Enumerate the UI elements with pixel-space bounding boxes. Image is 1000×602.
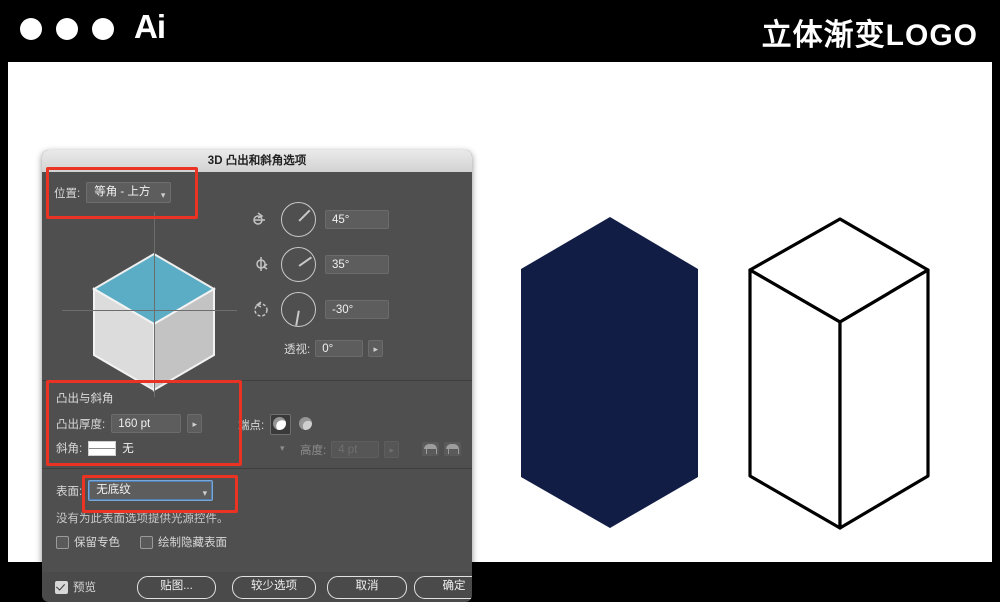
- surface-row: 表面: 无底纹 ▾: [56, 480, 214, 501]
- window-titlebar: Ai 立体渐变LOGO: [0, 0, 1000, 62]
- close-window-button[interactable]: [20, 18, 42, 40]
- 3d-extrude-bevel-dialog[interactable]: 3D 凸出和斜角选项 位置: 等角 - 上方 ▾ 45° 35° -30° 透视…: [42, 150, 472, 602]
- cube-preview-widget[interactable]: [62, 212, 237, 397]
- extrude-depth-field[interactable]: 160 pt: [111, 414, 182, 433]
- hidden-faces-label: 绘制隐藏表面: [158, 537, 227, 549]
- extrude-depth-label: 凸出厚度:: [56, 418, 106, 431]
- hidden-faces-checkbox-row[interactable]: 绘制隐藏表面: [140, 534, 227, 550]
- surface-select-value: 无底纹: [96, 484, 131, 496]
- minimize-window-button[interactable]: [56, 18, 78, 40]
- bevel-dropdown-icon[interactable]: ▾: [280, 443, 285, 454]
- navy-hex-prism[interactable]: [521, 217, 698, 528]
- rotate-x-row: 45°: [250, 202, 389, 237]
- cap-hollow-icon[interactable]: [297, 415, 316, 434]
- preview-axis-vertical: [154, 212, 155, 397]
- bevel-label: 斜角:: [56, 443, 83, 455]
- app-screenshot: Ai 立体渐变LOGO 3D 凸出和斜角选项 位置: 等角 - 上方 ▾ 45°…: [0, 0, 1000, 602]
- surface-note: 没有为此表面选项提供光源控件。: [56, 513, 229, 525]
- rotate-x-field[interactable]: 45°: [325, 210, 389, 229]
- surface-select[interactable]: 无底纹 ▾: [88, 480, 214, 501]
- bevel-row: 斜角: 无: [56, 440, 134, 456]
- rotate-z-dial[interactable]: [281, 292, 316, 327]
- extrude-depth-stepper-icon[interactable]: ▸: [187, 414, 203, 433]
- extrude-depth-row: 凸出厚度: 160 pt ▸: [56, 414, 203, 433]
- chevron-down-icon: ▾: [202, 488, 208, 498]
- rotate-x-dial[interactable]: [281, 202, 316, 237]
- rotate-y-dial[interactable]: [281, 247, 316, 282]
- spot-color-label: 保留专色: [74, 537, 120, 549]
- preview-label: 预览: [73, 582, 96, 594]
- surface-label: 表面:: [56, 485, 83, 498]
- cap-row: 端点:: [238, 414, 316, 435]
- position-label: 位置:: [54, 187, 81, 200]
- bevel-extent-group: [422, 442, 461, 456]
- chevron-right-icon[interactable]: ▸: [368, 340, 384, 357]
- bevel-height-field: 4 pt: [331, 441, 380, 458]
- rotate-y-icon: [256, 256, 268, 271]
- bevel-height-label: 高度:: [300, 444, 327, 457]
- spot-color-checkbox-row[interactable]: 保留专色: [56, 534, 120, 550]
- bevel-none-swatch-icon: [88, 440, 117, 456]
- preview-checkbox[interactable]: [55, 580, 68, 594]
- bevel-value: 无: [122, 443, 134, 455]
- dialog-footer: 预览 贴图... 较少选项 取消 确定: [42, 572, 472, 602]
- perspective-label: 透视:: [284, 343, 311, 356]
- spot-color-checkbox[interactable]: [56, 535, 69, 549]
- cancel-button[interactable]: 取消: [327, 576, 407, 599]
- hidden-faces-checkbox[interactable]: [140, 535, 153, 549]
- rotate-z-field[interactable]: -30°: [325, 300, 389, 319]
- position-select[interactable]: 等角 - 上方 ▾: [86, 182, 172, 203]
- perspective-field[interactable]: 0°: [315, 340, 364, 357]
- traffic-lights: [20, 18, 114, 40]
- extrude-section-title: 凸出与斜角: [56, 393, 114, 405]
- dialog-body: 位置: 等角 - 上方 ▾ 45° 35° -30° 透视: 0° ▸ 凸出与斜…: [42, 167, 472, 572]
- rotate-z-icon: [254, 300, 268, 317]
- map-art-button[interactable]: 贴图...: [137, 576, 216, 599]
- document-canvas[interactable]: 3D 凸出和斜角选项 位置: 等角 - 上方 ▾ 45° 35° -30° 透视…: [8, 62, 992, 602]
- rotate-y-row: 35°: [250, 247, 389, 282]
- cap-solid-icon[interactable]: [270, 414, 292, 435]
- perspective-row: 透视: 0° ▸: [284, 340, 384, 357]
- zoom-window-button[interactable]: [92, 18, 114, 40]
- fewer-options-button[interactable]: 较少选项: [232, 576, 316, 599]
- position-row: 位置: 等角 - 上方 ▾: [54, 182, 172, 203]
- divider-1: [42, 380, 472, 381]
- position-select-value: 等角 - 上方: [94, 186, 151, 198]
- cap-label: 端点:: [238, 419, 265, 432]
- preview-cube: [92, 252, 216, 392]
- preview-checkbox-row[interactable]: 预览: [55, 579, 96, 595]
- dialog-title: 3D 凸出和斜角选项: [42, 150, 472, 173]
- wireframe-box[interactable]: [748, 217, 930, 530]
- preview-axis-horizontal: [62, 310, 237, 311]
- bevel-extent-in-icon: [444, 442, 461, 456]
- bevel-extent-out-icon: [422, 442, 439, 456]
- rotate-y-field[interactable]: 35°: [325, 255, 389, 274]
- bevel-height-stepper-icon: ▸: [384, 441, 400, 458]
- illustrator-app-icon: Ai: [134, 8, 166, 45]
- ok-button[interactable]: 确定: [414, 576, 472, 599]
- divider-2: [42, 468, 472, 469]
- rotate-z-row: -30°: [250, 292, 389, 327]
- page-title: 立体渐变LOGO: [761, 19, 978, 52]
- chevron-down-icon: ▾: [160, 190, 166, 200]
- rotate-x-icon: [253, 211, 265, 225]
- bevel-height-row: 高度: 4 pt ▸: [300, 441, 400, 458]
